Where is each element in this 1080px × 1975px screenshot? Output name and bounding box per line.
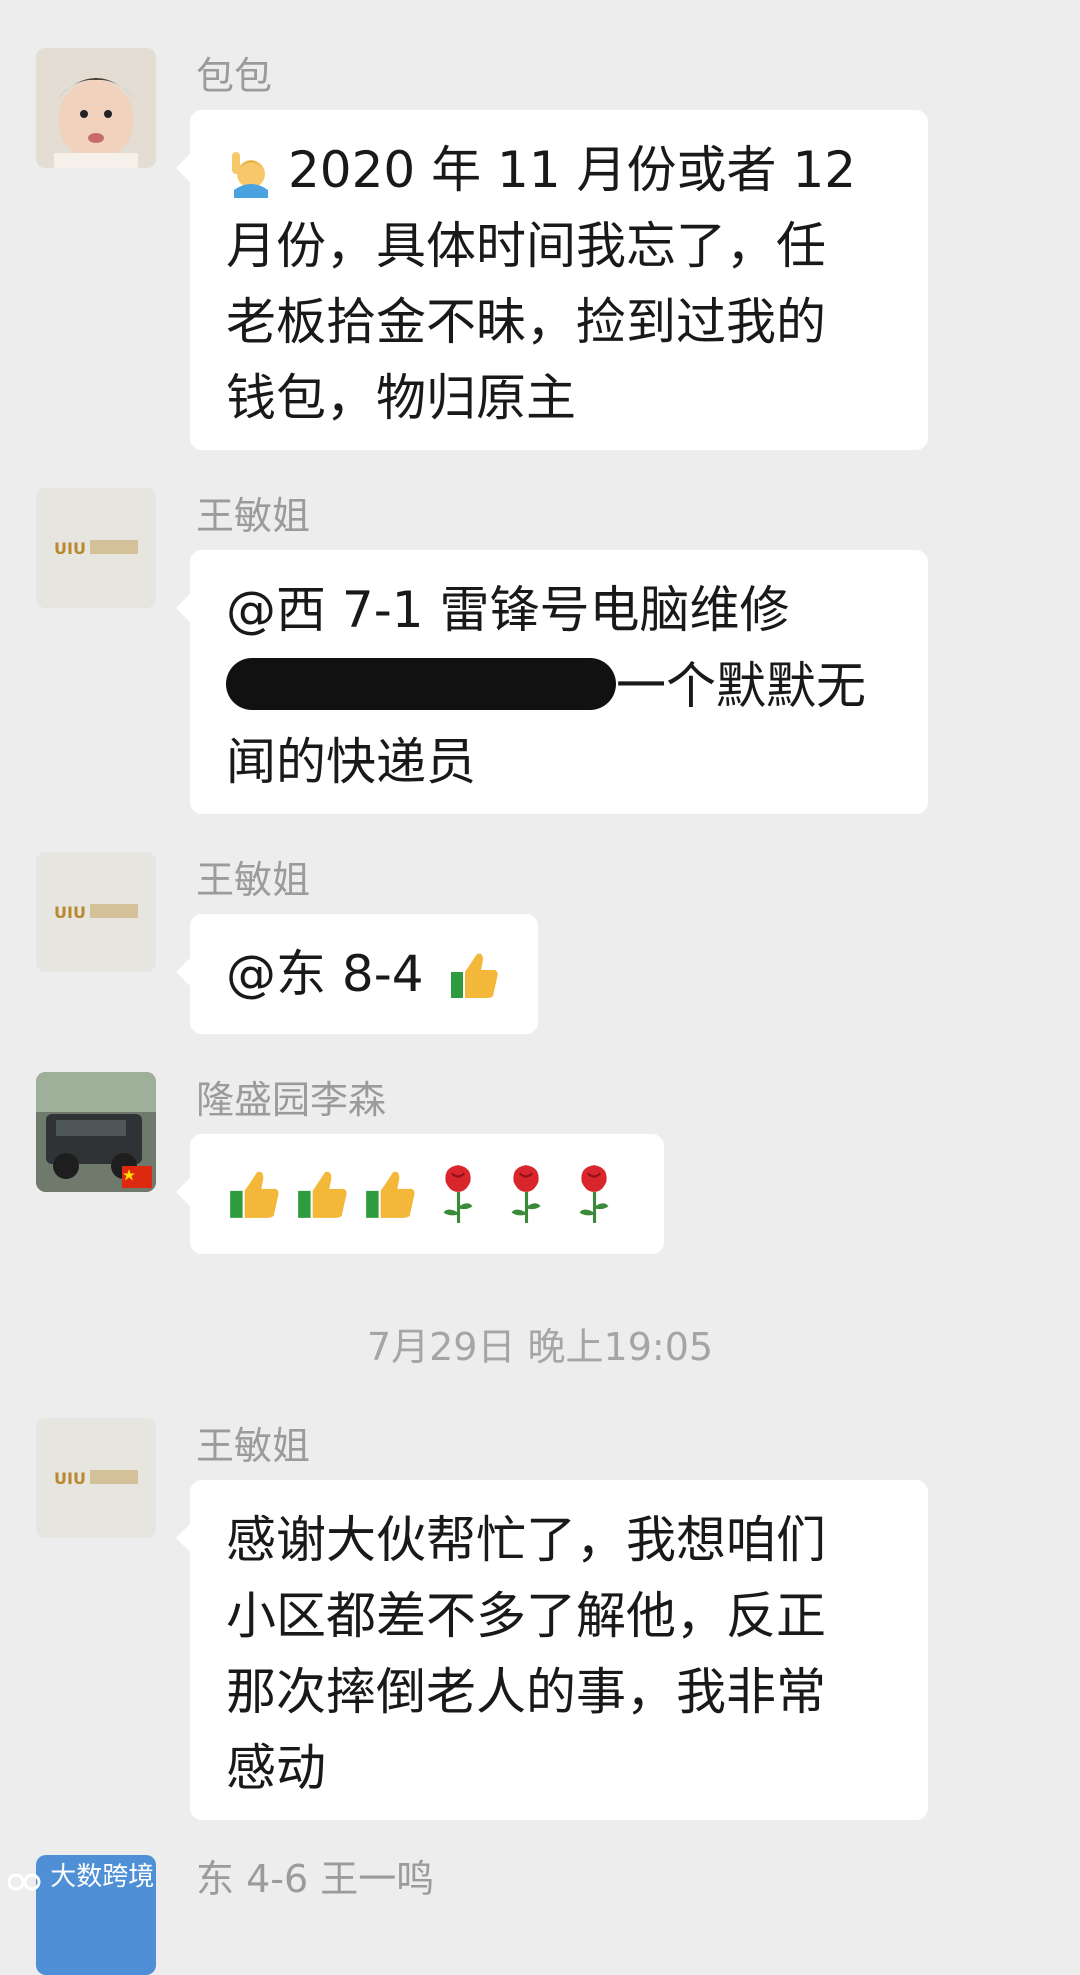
message-line: @西 7-1 雷锋号电脑维修	[226, 581, 790, 639]
company-logo-icon: UIU	[36, 488, 156, 608]
sender-name: 隆盛园李森	[196, 1078, 387, 1122]
svg-text:UIU: UIU	[54, 539, 86, 558]
message-bubble[interactable]: @西 7-1 雷锋号电脑维修 一个默默无 闻的快递员	[176, 550, 928, 814]
thumbs-up-emoji-icon	[366, 1171, 415, 1218]
svg-text:UIU: UIU	[54, 903, 86, 922]
company-logo-icon: UIU	[36, 1418, 156, 1538]
message-line: 那次摔倒老人的事，我非常	[226, 1663, 826, 1721]
message-bubble[interactable]: @东 8-4	[176, 914, 538, 1034]
message-line: 感谢大伙帮忙了，我想咱们	[226, 1511, 826, 1569]
rose-emoji-icon	[579, 1165, 609, 1223]
thumbs-up-emoji-icon	[447, 947, 501, 1001]
message-line: 感动	[226, 1739, 326, 1797]
baby-avatar-icon	[36, 48, 156, 168]
message-line: 钱包，物归原主	[226, 369, 576, 427]
avatar-logo[interactable]: UIU	[36, 1418, 156, 1538]
rose-emoji-icon	[443, 1165, 473, 1223]
avatar-logo[interactable]: UIU	[36, 852, 156, 972]
emoji-row	[226, 1156, 630, 1232]
message-bubble[interactable]: 感谢大伙帮忙了，我想咱们 小区都差不多了解他，反正 那次摔倒老人的事，我非常 感…	[176, 1480, 928, 1820]
chat-timestamp: 7月29日 晚上19:05	[366, 1325, 714, 1369]
avatar-baby[interactable]	[36, 48, 156, 168]
rose-emoji-icon	[511, 1165, 541, 1223]
message-line: 2020 年 11 月份或者 12	[288, 141, 857, 199]
thumbs-up-emoji-icon	[298, 1171, 347, 1218]
watermark-logo-icon	[7, 1867, 42, 1890]
sender-name: 王敏姐	[196, 858, 311, 902]
watermark-text: 大数跨境	[50, 1862, 155, 1892]
watermark: 大数跨境	[7, 1859, 308, 1895]
message-line: 老板拾金不昧，捡到过我的	[226, 293, 826, 351]
redacted-text-scribble	[226, 657, 616, 710]
thumbs-up-emoji-icon	[230, 1171, 279, 1218]
person-raising-hand-emoji-icon	[226, 143, 276, 198]
message-line: 小区都差不多了解他，反正	[226, 1587, 826, 1645]
message-line: @东 8-4	[226, 945, 424, 1003]
avatar-logo[interactable]: UIU	[36, 488, 156, 608]
sender-name: 王敏姐	[196, 494, 311, 538]
message-bubble[interactable]: 2020 年 11 月份或者 12 月份，具体时间我忘了，任 老板拾金不昧，捡到…	[176, 110, 928, 450]
svg-text:UIU: UIU	[54, 1469, 86, 1488]
message-bubble[interactable]	[176, 1134, 664, 1254]
china-flag-badge-icon	[122, 1166, 152, 1188]
message-line: 闻的快递员	[226, 733, 476, 791]
sender-name: 包包	[196, 54, 273, 98]
company-logo-icon: UIU	[36, 852, 156, 972]
message-line: 一个默默无	[616, 657, 866, 715]
message-line: 月份，具体时间我忘了，任	[226, 217, 826, 275]
avatar-jeep[interactable]	[36, 1072, 156, 1192]
sender-name: 王敏姐	[196, 1424, 311, 1468]
